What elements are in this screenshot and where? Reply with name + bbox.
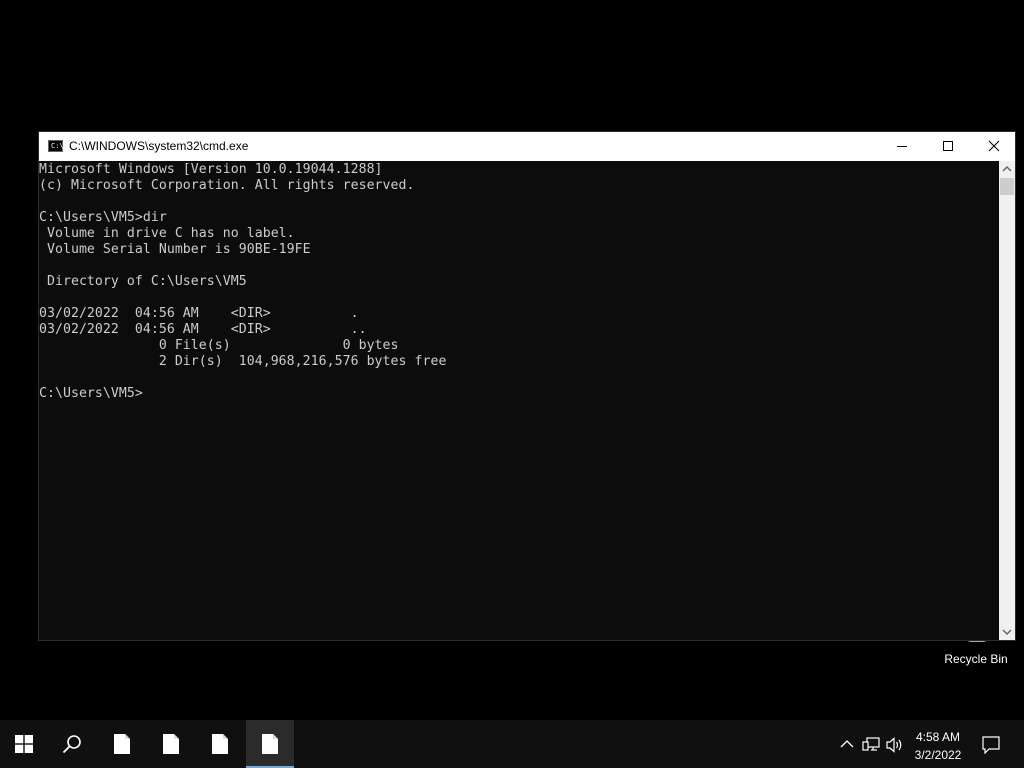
scroll-up-button[interactable]	[999, 161, 1015, 178]
clock-date: 3/2/2022	[914, 748, 962, 762]
console-output[interactable]: Microsoft Windows [Version 10.0.19044.12…	[39, 161, 999, 640]
recycle-bin-label: Recycle Bin	[944, 652, 1008, 666]
close-button[interactable]	[971, 132, 1017, 161]
action-center-button[interactable]	[978, 720, 1018, 768]
console-text: Microsoft Windows [Version 10.0.19044.12…	[39, 161, 999, 402]
clock-time: 4:58 AM	[915, 730, 961, 744]
taskbar-app-2[interactable]	[147, 720, 195, 768]
console-line: C:\Users\VM5>	[39, 386, 143, 401]
file-icon	[212, 734, 228, 754]
volume-button[interactable]	[884, 720, 906, 768]
search-icon	[62, 735, 81, 754]
file-icon	[262, 734, 278, 754]
console-line: C:\Users\VM5>dir	[39, 210, 167, 225]
minimize-button[interactable]	[879, 132, 925, 161]
notification-icon	[982, 736, 1000, 754]
console-line: Directory of C:\Users\VM5	[39, 274, 247, 289]
console-line: 03/02/2022 04:56 AM <DIR> ..	[39, 322, 367, 337]
search-button[interactable]	[48, 720, 96, 768]
scroll-down-button[interactable]	[999, 623, 1015, 640]
console-line: 03/02/2022 04:56 AM <DIR> .	[39, 306, 359, 321]
console-line: Volume Serial Number is 90BE-19FE	[39, 242, 311, 257]
minimize-icon	[897, 146, 907, 147]
maximize-icon	[943, 141, 953, 151]
show-hidden-icons-button[interactable]	[836, 720, 858, 768]
chevron-up-icon	[1002, 166, 1012, 172]
cmd-window[interactable]: C:\ C:\WINDOWS\system32\cmd.exe Microsof…	[38, 131, 1016, 641]
close-icon	[988, 140, 1000, 152]
desktop: Recycle Bin C:\ C:\WINDOWS\system32\cmd.…	[0, 0, 1024, 720]
network-icon	[862, 737, 880, 751]
window-titlebar[interactable]: C:\ C:\WINDOWS\system32\cmd.exe	[39, 132, 1015, 161]
console-line: Volume in drive C has no label.	[39, 226, 295, 241]
chevron-down-icon	[1002, 629, 1012, 635]
cmd-app-icon[interactable]: C:\	[48, 140, 64, 152]
taskbar-app-cmd[interactable]	[246, 720, 294, 768]
maximize-button[interactable]	[925, 132, 971, 161]
file-icon	[163, 734, 179, 754]
console-line: (c) Microsoft Corporation. All rights re…	[39, 178, 415, 193]
scroll-thumb[interactable]	[1000, 178, 1014, 195]
console-line: 2 Dir(s) 104,968,216,576 bytes free	[39, 354, 447, 369]
windows-logo-icon	[15, 735, 33, 753]
network-button[interactable]	[860, 720, 882, 768]
console-line: 0 File(s) 0 bytes	[39, 338, 399, 353]
speaker-icon	[886, 737, 902, 753]
taskbar: 4:58 AM 3/2/2022	[0, 720, 1024, 768]
cmd-app-icon-text: C:\	[51, 142, 64, 150]
vertical-scrollbar[interactable]	[999, 161, 1015, 640]
chevron-up-icon	[840, 740, 854, 748]
window-title: C:\WINDOWS\system32\cmd.exe	[69, 139, 249, 153]
taskbar-app-3[interactable]	[196, 720, 244, 768]
file-icon	[114, 734, 130, 754]
taskbar-app-1[interactable]	[98, 720, 146, 768]
console-line: Microsoft Windows [Version 10.0.19044.12…	[39, 162, 383, 177]
taskbar-clock[interactable]: 4:58 AM 3/2/2022	[908, 728, 968, 764]
start-button[interactable]	[0, 720, 48, 768]
